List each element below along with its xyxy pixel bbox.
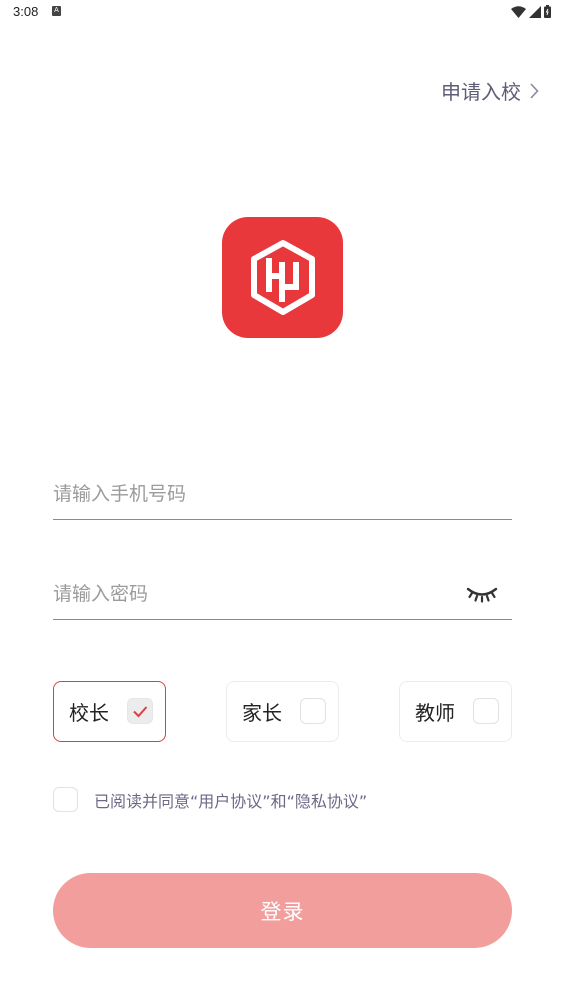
role-option-principal[interactable]: 校长: [53, 681, 166, 742]
password-field[interactable]: [53, 570, 512, 620]
wifi-icon: [511, 5, 526, 18]
role-checkbox[interactable]: [127, 698, 153, 724]
notification-icon: A: [52, 6, 61, 16]
eye-closed-icon: [466, 587, 498, 603]
agreement-row: 已阅读并同意“用户协议”和“隐私协议”: [53, 787, 367, 812]
password-visibility-toggle[interactable]: [466, 584, 498, 608]
role-option-teacher[interactable]: 教师: [399, 681, 512, 742]
chevron-right-icon: [530, 82, 539, 99]
apply-school-link[interactable]: 申请入校: [441, 76, 539, 105]
agreement-text[interactable]: 已阅读并同意“用户协议”和“隐私协议”: [94, 788, 367, 812]
role-label: 教师: [415, 701, 455, 725]
app-logo: [222, 217, 343, 338]
battery-icon: [544, 5, 551, 18]
check-icon: [133, 705, 148, 717]
status-icons: [511, 5, 551, 18]
role-checkbox[interactable]: [473, 698, 499, 724]
status-time: 3:08: [13, 4, 39, 19]
phone-field[interactable]: [53, 470, 512, 520]
phone-input[interactable]: [53, 470, 433, 518]
password-input[interactable]: [53, 570, 433, 618]
role-checkbox[interactable]: [300, 698, 326, 724]
role-label: 校长: [69, 701, 109, 725]
apply-school-label: 申请入校: [441, 80, 521, 104]
agreement-checkbox[interactable]: [53, 787, 78, 812]
login-label: 登录: [260, 900, 305, 924]
role-option-parent[interactable]: 家长: [226, 681, 339, 742]
signal-icon: [529, 5, 541, 18]
role-label: 家长: [242, 701, 282, 725]
status-bar: 3:08 A: [0, 0, 565, 24]
login-button[interactable]: 登录: [53, 873, 512, 948]
school-logo-icon: [250, 239, 315, 315]
